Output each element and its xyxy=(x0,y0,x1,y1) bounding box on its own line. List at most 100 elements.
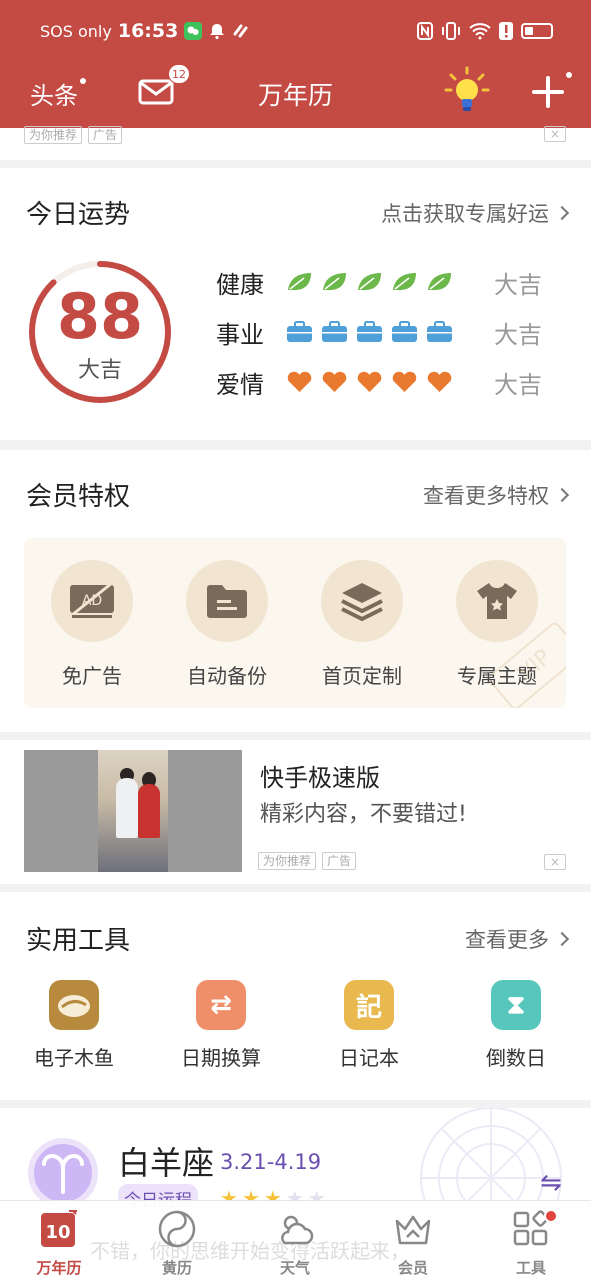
briefcase-icon xyxy=(392,321,417,342)
nav-almanac[interactable]: 黄历 xyxy=(137,1209,217,1278)
aries-icon xyxy=(42,1153,84,1194)
no-ad-icon: AD xyxy=(70,581,114,618)
weather-icon xyxy=(281,1215,314,1245)
tool-label: 日期换算 xyxy=(181,1046,261,1070)
vibrate-icon xyxy=(442,22,460,40)
ad-tag: 广告 xyxy=(322,852,357,870)
nav-calendar[interactable]: 10 万年历 xyxy=(19,1209,99,1278)
member-card: 会员特权 查看更多特权 VIP AD 免广告 自动备份 首页定制 专属主题 xyxy=(0,450,591,732)
switch-sign-icon[interactable]: ⇋ xyxy=(540,1168,562,1198)
leaf-icon xyxy=(428,273,451,291)
top-ad-strip[interactable]: 为你推荐 广告 × xyxy=(0,126,591,160)
wooden-fish-icon xyxy=(49,980,99,1030)
tool-label: 倒数日 xyxy=(486,1046,546,1070)
nav-label: 天气 xyxy=(279,1259,310,1277)
calendar-convert-icon: ⇄ xyxy=(196,980,246,1030)
leaf-icon xyxy=(393,273,416,291)
app-title: 万年历 xyxy=(257,81,333,110)
yinyang-icon xyxy=(158,1210,196,1248)
alert-icon xyxy=(499,22,513,40)
lightbulb-icon[interactable] xyxy=(444,66,490,116)
member-more-label: 查看更多特权 xyxy=(423,484,549,508)
horoscope-card[interactable]: 白羊座 3.21-4.19 今日运程 ★★★★★ ⇋ xyxy=(0,1108,591,1208)
app-bar: 头条 12 万年历 xyxy=(0,62,591,128)
tools-notification-dot xyxy=(544,1209,558,1223)
tool-countdown[interactable]: ⧗ 倒数日 xyxy=(461,980,571,1071)
crown-icon xyxy=(395,1215,431,1245)
tool-wooden-fish[interactable]: 电子木鱼 xyxy=(19,980,129,1071)
nav-label: 会员 xyxy=(397,1259,428,1277)
fortune-score: 88 xyxy=(56,280,144,353)
clock-text: 16:53 xyxy=(117,20,179,42)
heart-icon xyxy=(392,371,417,392)
svg-text:10: 10 xyxy=(45,1222,70,1243)
fortune-row-career: 事业 大吉 xyxy=(216,312,542,352)
hourglass-icon: ⧗ xyxy=(491,980,541,1030)
love-rating xyxy=(286,371,486,393)
briefcase-icon xyxy=(322,321,347,342)
zodiac-name: 白羊座 xyxy=(118,1144,215,1182)
diary-icon: 記 xyxy=(344,980,394,1030)
close-ad-button[interactable]: × xyxy=(544,126,566,142)
fortune-title: 今日运势 xyxy=(26,200,131,230)
fortune-more-label: 点击获取专属好运 xyxy=(381,202,549,226)
link-icon xyxy=(233,24,248,38)
fortune-more-link[interactable]: 点击获取专属好运 xyxy=(381,198,570,228)
tshirt-icon xyxy=(477,583,517,619)
nav-member[interactable]: 会员 xyxy=(373,1209,453,1278)
plus-dot xyxy=(566,72,572,78)
tool-date-convert[interactable]: ⇄ 日期换算 xyxy=(166,980,276,1071)
perk-auto-backup[interactable]: 自动备份 xyxy=(172,560,282,689)
briefcase-icon xyxy=(357,321,382,342)
perk-label: 自动备份 xyxy=(187,664,267,688)
nav-label: 万年历 xyxy=(36,1259,82,1277)
bell-icon xyxy=(210,24,225,40)
wechat-notification-icon xyxy=(184,22,203,40)
perk-panel: VIP AD 免广告 自动备份 首页定制 专属主题 xyxy=(24,538,566,708)
carrier-text: SOS only xyxy=(40,21,112,41)
fortune-row-love: 爱情 大吉 xyxy=(216,362,542,402)
heart-icon xyxy=(427,371,452,392)
perk-theme[interactable]: 专属主题 xyxy=(442,560,552,689)
tool-label: 日记本 xyxy=(339,1046,399,1070)
ad-subtitle: 精彩内容，不要错过! xyxy=(260,802,467,827)
briefcase-icon xyxy=(287,321,312,342)
plus-icon[interactable] xyxy=(530,74,566,110)
calendar-icon: 10 xyxy=(41,1210,77,1247)
tools-more-link[interactable]: 查看更多 xyxy=(465,924,570,954)
perk-label: 专属主题 xyxy=(457,664,537,688)
tools-title: 实用工具 xyxy=(26,926,131,956)
perk-label: 免广告 xyxy=(62,664,122,688)
fortune-score-label: 大吉 xyxy=(77,358,122,383)
bottom-nav: 不错，你的思维开始变得活跃起来， 10 万年历 黄历 天气 会员 工具 xyxy=(0,1200,591,1280)
close-ad-button[interactable]: × xyxy=(544,854,566,870)
perk-home-custom[interactable]: 首页定制 xyxy=(307,560,417,689)
ad-card[interactable]: 快手极速版 精彩内容，不要错过! 为你推荐 广告 × xyxy=(0,740,591,884)
heart-icon xyxy=(287,371,312,392)
tool-diary[interactable]: 記 日记本 xyxy=(314,980,424,1071)
nav-weather[interactable]: 天气 xyxy=(255,1209,335,1278)
ad-image[interactable] xyxy=(24,750,242,872)
fortune-card: 今日运势 点击获取专属好运 88 大吉 健康 大吉 事业 大吉 爱情 大吉 xyxy=(0,168,591,440)
fortune-row-health: 健康 大吉 xyxy=(216,262,542,302)
member-title: 会员特权 xyxy=(26,482,131,512)
fortune-row-level: 大吉 xyxy=(494,270,542,299)
fortune-row-name: 健康 xyxy=(216,270,264,299)
health-rating xyxy=(286,271,486,293)
battery-icon xyxy=(521,23,553,39)
fortune-row-name: 爱情 xyxy=(216,370,264,399)
fortune-row-level: 大吉 xyxy=(494,320,542,349)
nfc-icon xyxy=(417,22,433,40)
perk-no-ads[interactable]: AD 免广告 xyxy=(37,560,147,689)
layers-icon xyxy=(341,583,383,621)
leaf-icon xyxy=(323,273,346,291)
ad-tag: 广告 xyxy=(88,126,123,144)
nav-tools[interactable]: 工具 xyxy=(491,1209,571,1278)
nav-label: 工具 xyxy=(515,1259,546,1277)
nav-label: 黄历 xyxy=(161,1259,192,1277)
heart-icon xyxy=(357,371,382,392)
fortune-row-level: 大吉 xyxy=(494,370,542,399)
leaf-icon xyxy=(358,273,381,291)
ad-recommend-tag: 为你推荐 xyxy=(24,126,83,144)
member-more-link[interactable]: 查看更多特权 xyxy=(423,480,570,510)
